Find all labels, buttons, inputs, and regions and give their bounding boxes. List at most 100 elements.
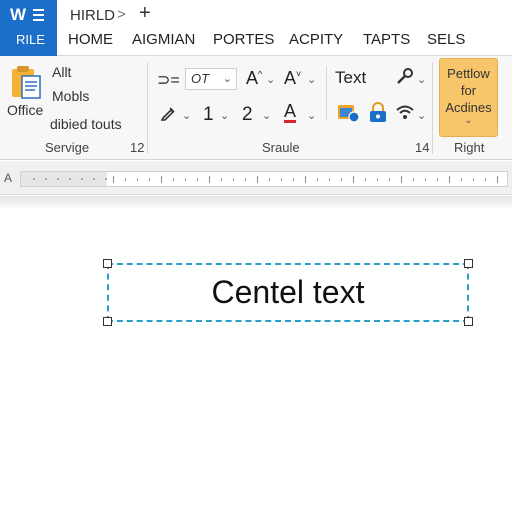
group-label-sraule: Sraule <box>262 140 300 155</box>
ruler-tick <box>473 178 474 181</box>
tab-aigmian[interactable]: AIGMIAN <box>132 31 195 48</box>
ruler-tick <box>161 176 162 183</box>
chevron-down-icon[interactable]: ⌄ <box>262 109 271 122</box>
ruler-tick <box>485 178 486 181</box>
ruler-tick <box>173 178 174 181</box>
ruler-tick <box>137 178 138 181</box>
ruler-dot <box>69 178 71 180</box>
tab-home[interactable]: HOME <box>68 31 113 48</box>
shrink-font-button[interactable]: A˅ <box>284 68 301 89</box>
ruler-tick <box>497 176 498 183</box>
text-box[interactable]: Centel text <box>103 259 473 326</box>
resize-handle-top-left[interactable] <box>103 259 112 268</box>
word-logo-icon: W <box>10 5 26 24</box>
command-dibied-touts[interactable]: dibied touts <box>50 116 122 132</box>
resize-handle-top-right[interactable] <box>464 259 473 268</box>
command-mobls[interactable]: Mobls <box>52 88 89 104</box>
shrink-font-label: A <box>284 68 297 88</box>
group-label-servige: Servige <box>45 140 90 155</box>
ruler-tick <box>401 176 402 183</box>
chevron-down-icon[interactable]: ⌄ <box>266 73 275 86</box>
ruler-tick <box>449 176 450 183</box>
command-allt[interactable]: Allt <box>52 64 71 80</box>
paragraph-icon[interactable]: ⊃= <box>157 70 180 90</box>
ruler-tick <box>377 178 378 181</box>
ruler-tick <box>197 178 198 181</box>
ruler-dot <box>57 178 59 180</box>
app-lines-icon <box>33 9 44 24</box>
ruler-tick <box>437 178 438 181</box>
chevron-down-icon: ⌄ <box>464 115 473 126</box>
title-tab-bar: W RILE HIRLD > + HOME AIGMIAN PORTES ACP… <box>0 0 512 56</box>
picture-icon[interactable] <box>337 102 361 124</box>
ruler-marker[interactable]: A <box>4 171 12 185</box>
ruler-tick <box>425 178 426 181</box>
chevron-down-icon[interactable]: ⌄ <box>307 109 316 122</box>
ruler-tick <box>209 176 210 183</box>
text-box-content[interactable]: Centel text <box>109 265 467 320</box>
ruler-tick <box>461 178 462 181</box>
horizontal-ruler[interactable] <box>20 171 508 187</box>
ruler-tick <box>221 178 222 181</box>
ruler-tick <box>353 176 354 183</box>
ruler-tick <box>329 178 330 181</box>
resize-handle-bottom-right[interactable] <box>464 317 473 326</box>
button-line-2: for <box>460 83 477 98</box>
chevron-right-icon[interactable]: > <box>117 6 126 23</box>
office-clipboard-icon[interactable] <box>11 64 43 100</box>
grow-font-label: A <box>246 68 259 88</box>
chevron-down-icon[interactable]: ⌄ <box>307 73 316 86</box>
pen-icon[interactable] <box>160 105 176 121</box>
ruler-tick <box>389 178 390 181</box>
office-button-label[interactable]: Office <box>7 102 43 118</box>
group-number-14: 14 <box>415 140 430 155</box>
ruler-tick <box>245 178 246 181</box>
file-tab-label: RILE <box>16 32 45 47</box>
wrench-icon[interactable] <box>396 68 414 86</box>
ruler-dot <box>81 178 83 180</box>
font-combo-value: OT <box>191 71 210 86</box>
text-button[interactable]: Text <box>335 68 366 88</box>
chevron-down-icon[interactable]: ⌄ <box>417 73 426 86</box>
grow-font-button[interactable]: A^ <box>246 68 262 89</box>
ruler-tick <box>305 176 306 183</box>
tab-tapts[interactable]: TAPTS <box>363 31 410 48</box>
group-divider <box>147 62 148 154</box>
ruler-tick <box>257 176 258 183</box>
button-line-1: Pettlow <box>447 66 490 81</box>
font-combo[interactable]: OT ⌄ <box>185 68 237 90</box>
ruler-tick <box>233 178 234 181</box>
ruler-dot <box>93 178 95 180</box>
chevron-down-icon[interactable]: ⌄ <box>182 109 191 122</box>
number-two-button[interactable]: 2 <box>242 104 253 126</box>
ruler-tick <box>125 178 126 181</box>
document-title[interactable]: HIRLD <box>70 7 115 24</box>
ruler-tick <box>269 178 270 181</box>
lock-icon[interactable] <box>368 102 388 124</box>
ruler-shadow <box>0 196 512 210</box>
number-one-button[interactable]: 1 <box>203 104 214 126</box>
file-tab[interactable]: W RILE <box>0 0 57 56</box>
ruler-tick <box>413 178 414 181</box>
resize-handle-bottom-left[interactable] <box>103 317 112 326</box>
pettlow-for-acdines-button[interactable]: Pettlow for Acdines ⌄ <box>439 58 498 137</box>
ruler-tick <box>341 178 342 181</box>
group-number-12: 12 <box>130 140 145 155</box>
tab-portes[interactable]: PORTES <box>213 31 274 48</box>
ruler-tick <box>317 178 318 181</box>
ruler-tick <box>293 178 294 181</box>
new-tab-button[interactable]: + <box>139 2 151 25</box>
chevron-down-icon[interactable]: ⌄ <box>417 109 426 122</box>
ruler-dot <box>105 178 107 180</box>
ruler-bar: A <box>0 161 512 195</box>
tab-acpity[interactable]: ACPITY <box>289 31 343 48</box>
ruler-dot <box>45 178 47 180</box>
chevron-down-icon[interactable]: ⌄ <box>220 109 229 122</box>
wifi-icon[interactable] <box>395 104 415 120</box>
ruler-tick <box>113 176 114 183</box>
font-color-button[interactable]: A <box>284 102 297 123</box>
tab-sels[interactable]: SELS <box>427 31 465 48</box>
ribbon: Office Allt Mobls dibied touts Servige 1… <box>0 56 512 160</box>
group-divider <box>432 62 433 154</box>
chevron-down-icon: ⌄ <box>222 73 232 85</box>
